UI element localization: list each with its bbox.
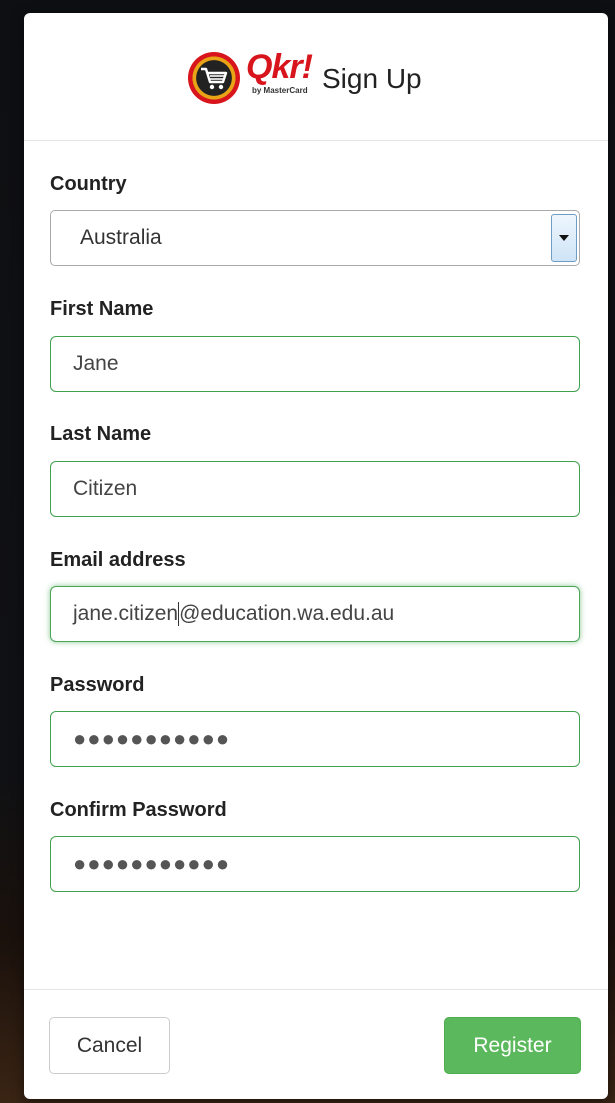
confirm-password-field[interactable]: ●●●●●●●●●●● xyxy=(50,836,580,892)
password-label: Password xyxy=(50,674,145,696)
email-label: Email address xyxy=(50,549,186,571)
last-name-label: Last Name xyxy=(50,423,152,445)
register-button[interactable]: Register xyxy=(444,1017,581,1074)
signup-dialog: Qkr! by MasterCard Sign Up Country Austr… xyxy=(24,13,608,1099)
email-field[interactable]: jane.citizen @education.wa.edu.au xyxy=(50,586,580,642)
password-field[interactable]: ●●●●●●●●●●● xyxy=(50,711,580,767)
brand: Qkr! by MasterCard Sign Up xyxy=(188,48,422,107)
first-name-value: Jane xyxy=(73,352,119,375)
country-value: Australia xyxy=(80,226,162,249)
chevron-down-icon[interactable] xyxy=(551,214,577,262)
cancel-button[interactable]: Cancel xyxy=(49,1017,170,1074)
country-select[interactable]: Australia xyxy=(50,210,580,266)
dialog-header: Qkr! by MasterCard Sign Up xyxy=(24,13,608,141)
country-label: Country xyxy=(50,173,127,195)
brand-logo: Qkr! by MasterCard xyxy=(246,48,314,102)
brand-name: Qkr! xyxy=(246,48,313,86)
first-name-field[interactable]: Jane xyxy=(50,336,580,392)
last-name-value: Citizen xyxy=(73,477,138,500)
confirm-password-label: Confirm Password xyxy=(50,799,227,821)
shopping-cart-icon xyxy=(188,52,240,104)
first-name-label: First Name xyxy=(50,298,154,320)
last-name-field[interactable]: Citizen xyxy=(50,461,580,517)
dialog-title: Sign Up xyxy=(322,63,422,94)
dialog-footer: Cancel Register xyxy=(24,989,608,1099)
password-masked-value: ●●●●●●●●●●● xyxy=(73,726,231,751)
email-value-before-cursor: jane.citizen xyxy=(73,602,179,625)
email-value-after-cursor: @education.wa.edu.au xyxy=(179,602,395,625)
confirm-password-masked-value: ●●●●●●●●●●● xyxy=(73,851,231,876)
brand-sub: by MasterCard xyxy=(252,86,308,95)
